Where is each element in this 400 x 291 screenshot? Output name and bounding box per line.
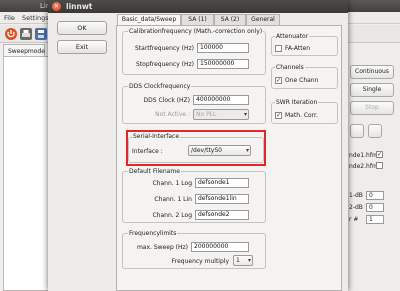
- chan1-lin-input[interactable]: defsonde1lin: [195, 194, 249, 204]
- one-chann-checkbox[interactable]: ✓: [275, 77, 282, 84]
- math-corr-checkbox[interactable]: ✓: [275, 112, 282, 119]
- stopfrequency-label: Stopfrequency (Hz): [136, 61, 194, 68]
- save-icon[interactable]: [35, 28, 47, 40]
- db-label-2: 2-dB: [349, 204, 363, 211]
- stop-button[interactable]: Stop: [350, 101, 394, 115]
- close-icon[interactable]: ✕: [52, 2, 61, 11]
- max-sweep-input[interactable]: 200000000: [191, 242, 249, 252]
- not-active-label: Not Active :: [155, 111, 190, 118]
- file-2-checkbox[interactable]: [376, 162, 383, 169]
- tab-sweepmode[interactable]: Sweepmode: [3, 44, 45, 56]
- dds-clock-input[interactable]: 400000000: [193, 95, 249, 105]
- swr-title: SWR Iteration: [275, 99, 319, 106]
- filename-title: Default Filename: [128, 168, 181, 175]
- fa-atten-label: FA-Atten: [285, 45, 311, 52]
- startfrequency-label: Startfrequency (Hz): [134, 45, 194, 52]
- db-2-spinbox[interactable]: 0: [366, 203, 384, 212]
- file-label-1: nde1.hfm: [349, 152, 378, 159]
- print-icon[interactable]: [20, 28, 32, 40]
- ok-button[interactable]: OK: [57, 21, 107, 35]
- highlight-box: [126, 130, 266, 166]
- marker-label: r #: [349, 216, 359, 223]
- db-label-1: 1-dB: [349, 192, 363, 199]
- menu-settings[interactable]: Settings: [22, 14, 49, 22]
- dialog-title: linnwt: [66, 2, 93, 11]
- frequency-multiply-value: 1: [236, 257, 240, 264]
- startfrequency-input[interactable]: 100000: [197, 43, 249, 53]
- pll-combo-value: No PLL: [196, 111, 217, 118]
- single-button[interactable]: Single: [350, 83, 394, 97]
- power-icon[interactable]: [5, 28, 17, 40]
- calibration-title: Calibrationfrequency (Math.-correction o…: [128, 28, 264, 35]
- chevron-down-icon: ▾: [247, 257, 251, 264]
- stopfrequency-input[interactable]: 150000000: [197, 59, 249, 69]
- max-sweep-label: max. Sweep (Hz): [136, 244, 188, 251]
- continuous-button[interactable]: Continuous: [350, 65, 394, 79]
- fa-atten-checkbox[interactable]: [275, 45, 282, 52]
- chan1-log-label: Chann. 1 Log: [152, 180, 192, 187]
- dds-clock-label: DDS Clock (HZ): [143, 97, 190, 104]
- db-1-spinbox[interactable]: 0: [366, 191, 384, 200]
- limits-title: Frequencylimits: [128, 230, 178, 237]
- pll-combo[interactable]: No PLL ▾: [193, 109, 249, 120]
- channels-title: Channels: [275, 64, 305, 71]
- file-label-2: nde2.hfm: [349, 163, 378, 170]
- chan1-log-input[interactable]: defsonde1: [195, 178, 249, 188]
- dds-title: DDS Clockfrequency: [128, 83, 192, 90]
- menu-file[interactable]: File: [4, 14, 15, 22]
- sweep-panel: [3, 56, 53, 291]
- math-corr-label: Math. Corr.: [285, 112, 318, 119]
- tab-sa1[interactable]: SA (1): [181, 14, 214, 25]
- frequency-multiply-label: Frequency multiply: [171, 258, 229, 265]
- file-1-checkbox[interactable]: ✓: [376, 151, 383, 158]
- frequency-multiply-combo[interactable]: 1 ▾: [233, 255, 253, 266]
- tab-sweepmode-label: Sweepmode: [8, 48, 45, 55]
- tab-general[interactable]: General: [246, 14, 280, 25]
- attenuator-title: Attenuator: [275, 33, 310, 40]
- one-chann-label: One Chann: [285, 77, 319, 84]
- zoom-button[interactable]: [350, 124, 364, 138]
- chan2-log-label: Chann. 2 Log: [152, 212, 192, 219]
- exit-button[interactable]: Exit: [57, 40, 107, 54]
- chan1-lin-label: Chann. 1 Lin: [154, 196, 192, 203]
- dialog-titlebar: [48, 0, 348, 13]
- chevron-down-icon: ▾: [243, 111, 247, 118]
- marker-spinbox[interactable]: 1: [366, 215, 384, 224]
- chan2-log-input[interactable]: defsonde2: [195, 210, 249, 220]
- minus-button[interactable]: [368, 124, 382, 138]
- tab-sa2[interactable]: SA (2): [214, 14, 246, 25]
